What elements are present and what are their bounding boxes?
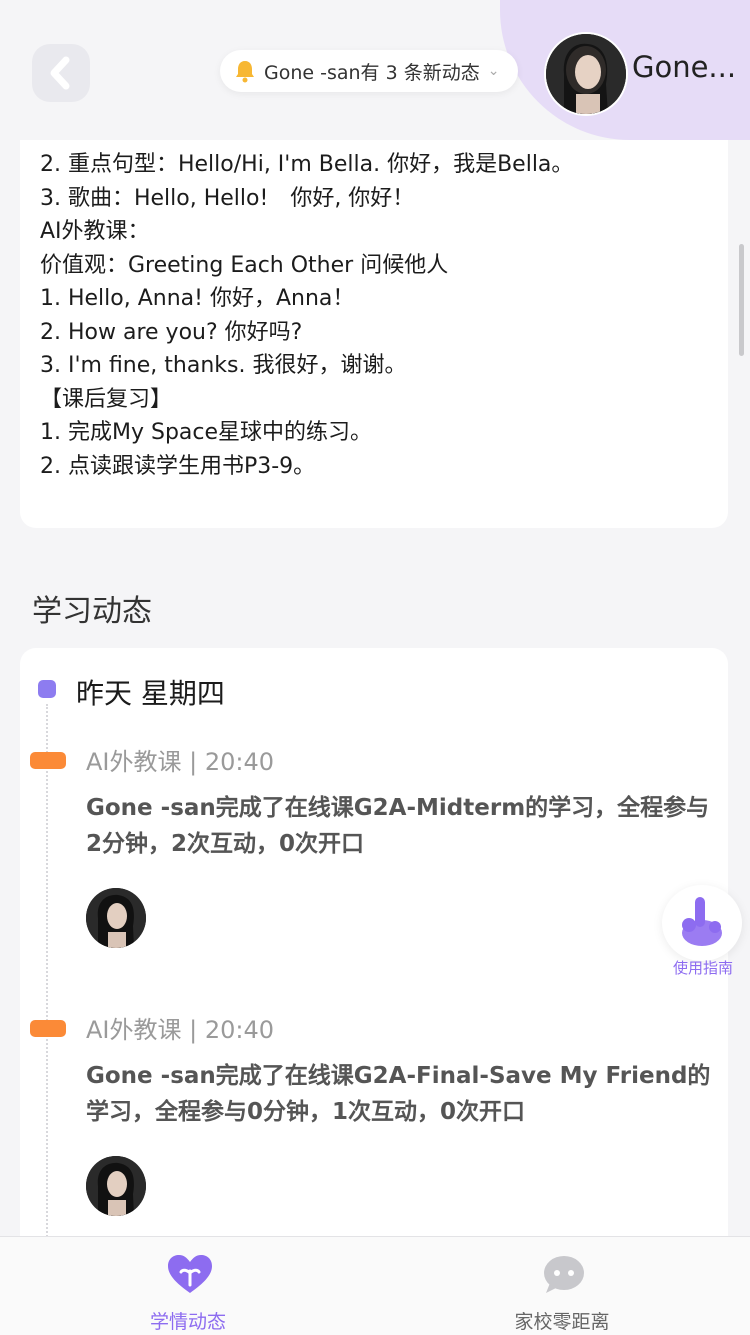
notes-line: 价值观：Greeting Each Other 问候他人 — [40, 252, 449, 278]
tab-label: 学情动态 — [149, 1311, 226, 1333]
tab-home-school[interactable]: 家校零距离 — [482, 1237, 642, 1335]
tab-learning-activity[interactable]: 学情动态 — [108, 1237, 268, 1335]
header: Gone -san有 3 条新动态 ⌄ Gone... — [0, 0, 750, 140]
avatar-photo — [546, 34, 626, 114]
guide-label: 使用指南 — [672, 959, 733, 977]
notes-line: 3. 歌曲：Hello, Hello! 你好, 你好！ — [40, 185, 415, 211]
back-button[interactable] — [32, 44, 90, 102]
entry-avatar — [86, 888, 146, 948]
guide-circle — [662, 885, 742, 961]
lesson-notes-card: 2. 重点句型：Hello/Hi, I'm Bella. 你好，我是Bella。… — [20, 140, 728, 528]
new-activity-notice[interactable]: Gone -san有 3 条新动态 ⌄ — [220, 50, 518, 92]
bottom-tab-bar: 学情动态 家校零距离 — [0, 1236, 750, 1335]
notes-line: 1. 完成My Space星球中的练习。 — [40, 420, 373, 445]
heart-sprout-icon — [168, 1255, 212, 1293]
notes-line: 2. 重点句型：Hello/Hi, I'm Bella. 你好，我是Bella。 — [40, 152, 574, 177]
notes-line: 2. 点读跟读学生用书P3-9。 — [40, 453, 316, 479]
section-title: 学习动态 — [32, 594, 152, 629]
bell-icon — [236, 61, 254, 83]
entry-tag — [30, 1020, 66, 1037]
entry-meta: AI外教课 | 20:40 — [86, 1016, 275, 1044]
day-dot — [38, 680, 56, 698]
notes-line: 1. Hello, Anna! 你好，Anna！ — [40, 286, 355, 311]
notes-line: 2. How are you? 你好吗? — [40, 319, 303, 345]
notice-text: Gone -san有 3 条新动态 — [264, 61, 480, 84]
entry-avatar — [86, 1156, 146, 1216]
chevron-left-icon — [50, 56, 70, 90]
user-name: Gone... — [632, 50, 737, 84]
user-avatar[interactable] — [544, 32, 628, 116]
pointing-hand-icon — [682, 897, 722, 946]
entry-description: Gone -san完成了在线课G2A-Final-Save My Friend的… — [86, 1063, 711, 1125]
timeline-line — [46, 704, 48, 1248]
notes-line: 3. I'm fine, thanks. 我很好，谢谢。 — [40, 353, 407, 378]
day-label: 昨天 星期四 — [76, 677, 225, 710]
user-guide-button[interactable]: 使用指南 — [660, 885, 746, 985]
chat-bubble-icon — [544, 1256, 584, 1293]
chevron-down-icon: ⌄ — [487, 63, 500, 79]
notes-line: 【课后复习】 — [40, 386, 173, 412]
scrollbar[interactable] — [739, 244, 744, 356]
timeline-card: 昨天 星期四 AI外教课 | 20:40 Gone -san完成了在线课G2A-… — [20, 648, 728, 1248]
entry-description: Gone -san完成了在线课G2A-Midterm的学习，全程参与2分钟，2次… — [86, 795, 710, 857]
entry-meta: AI外教课 | 20:40 — [86, 748, 275, 776]
tab-label: 家校零距离 — [514, 1311, 610, 1333]
notes-line: AI外教课： — [40, 219, 150, 244]
entry-tag — [30, 752, 66, 769]
